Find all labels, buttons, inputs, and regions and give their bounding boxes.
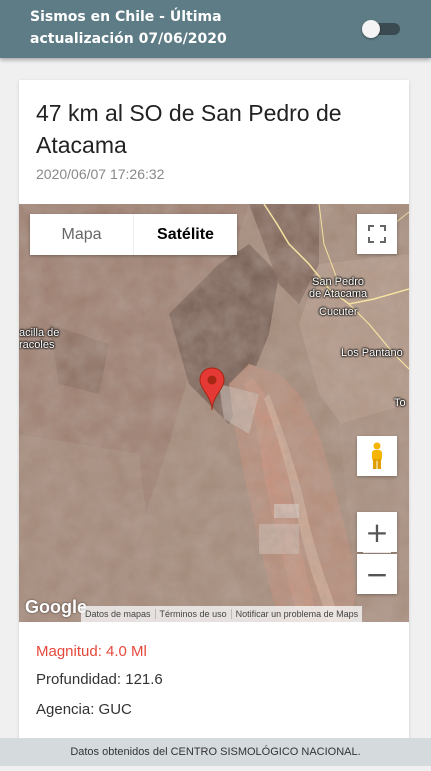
attribution-terms-link[interactable]: Términos de uso (156, 609, 232, 619)
label-toconao: To (394, 397, 406, 409)
footer: Datos obtenidos del CENTRO SISMOLÓGICO N… (0, 738, 431, 766)
map-type-satellite-button[interactable]: Satélite (134, 214, 237, 255)
zoom-divider (363, 552, 391, 553)
map-type-map-button[interactable]: Mapa (30, 214, 134, 255)
label-cucuter: Cucuter (319, 306, 358, 318)
fullscreen-button[interactable] (357, 214, 397, 254)
map-attribution: Datos de mapas Términos de uso Notificar… (81, 606, 363, 622)
zoom-in-button[interactable]: + (357, 512, 397, 552)
satellite-imagery (19, 204, 409, 622)
event-datetime: 2020/06/07 17:26:32 (36, 166, 165, 182)
attribution-report-link[interactable]: Notificar un problema de Maps (232, 609, 363, 619)
footer-text: Datos obtenidos del CENTRO SISMOLÓGICO N… (70, 746, 361, 758)
magnitude-text: Magnitud: 4.0 Ml (36, 643, 147, 660)
google-logo: Google (25, 597, 87, 617)
label-san-pedro-text: San Pedro de Atacama (309, 276, 368, 300)
attribution-map-data-link[interactable]: Datos de mapas (81, 609, 156, 619)
toggle-thumb (362, 20, 380, 38)
street-view-button[interactable] (357, 436, 397, 476)
app-title: Sismos en Chile - Última actualización 0… (30, 9, 227, 47)
agency-text: Agencia: GUC (36, 701, 132, 718)
map-type-control: Mapa Satélite (30, 214, 237, 255)
label-cacilla: acilla de racoles (19, 327, 59, 351)
map-view[interactable]: San Pedro de Atacama Cucuter Los Pantano… (19, 204, 409, 622)
fullscreen-icon (368, 225, 386, 243)
label-los-pantanos: Los Pantano (341, 347, 403, 359)
app-bar: Sismos en Chile - Última actualización 0… (0, 0, 431, 58)
epicenter-marker-icon[interactable] (199, 367, 225, 411)
zoom-out-button[interactable]: − (357, 554, 397, 594)
dark-mode-toggle[interactable] (362, 20, 400, 38)
earthquake-card: 47 km al SO de San Pedro de Atacama 2020… (19, 80, 409, 760)
label-san-pedro: San Pedro de Atacama (309, 276, 367, 300)
pegman-icon (372, 442, 382, 469)
depth-text: Profundidad: 121.6 (36, 671, 163, 688)
event-title: 47 km al SO de San Pedro de Atacama (36, 100, 342, 158)
label-cacilla-text: acilla de racoles (19, 327, 60, 351)
